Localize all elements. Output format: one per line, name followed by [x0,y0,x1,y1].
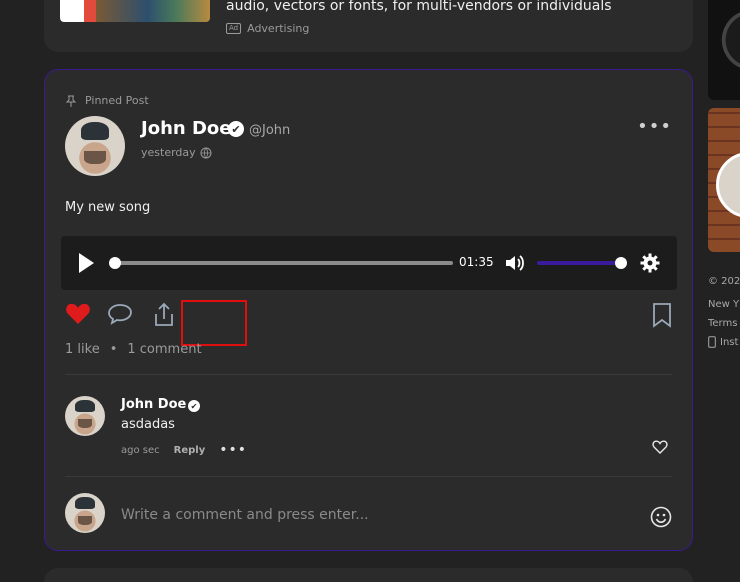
sidebar-copyright: © 202 [708,276,740,287]
play-icon[interactable] [79,253,94,273]
sidebar-location[interactable]: New Y [708,299,739,310]
sidebar-profile-image[interactable] [708,108,740,252]
divider [65,476,672,477]
ad-label: Ad Advertising [226,22,309,35]
ad-label-text: Advertising [247,22,310,35]
comment-like-heart-icon[interactable] [652,440,668,454]
volume-icon[interactable] [504,253,526,273]
ad-thumbnail[interactable] [60,0,210,22]
sidebar-terms-link[interactable]: Terms [708,318,737,329]
post-time-text[interactable]: yesterday [141,146,196,159]
likes-count[interactable]: 1 like [65,342,100,357]
composer-avatar [65,493,105,533]
pin-icon [65,95,77,107]
volume-slider[interactable] [537,257,627,269]
phone-icon [708,336,716,348]
globe-icon [200,147,212,158]
sidebar-install-link[interactable]: Inst [708,336,738,348]
divider [65,374,672,375]
progress-slider[interactable] [109,257,453,269]
current-time: 01:35 [459,255,494,269]
comment-author-name[interactable]: John Doe [121,397,186,412]
reply-button[interactable]: Reply [174,445,206,456]
next-post-card [44,568,693,582]
install-label: Inst [720,336,739,348]
post-stats: 1 like • 1 comment [65,342,202,357]
volume-handle[interactable] [615,257,627,269]
comment-options-button[interactable]: ••• [219,442,247,458]
comment-input[interactable] [121,507,641,523]
author-handle[interactable]: @John [249,123,290,138]
ad-badge-icon: Ad [226,23,242,34]
share-icon[interactable] [153,302,175,328]
post-card: Pinned Post John Doe ✔ @John yesterday •… [44,69,693,551]
emoji-icon[interactable] [650,506,672,528]
verified-icon: ✔ [228,121,244,137]
pinned-label: Pinned Post [85,94,149,107]
sidebar-image[interactable] [708,0,740,100]
post-text: My new song [65,200,151,215]
audio-player: 01:35 [61,236,677,290]
ad-description: audio, vectors or fonts, for multi-vendo… [226,0,612,14]
author-name[interactable]: John Doe [141,118,231,139]
verified-icon: ✔ [188,400,200,412]
gear-icon[interactable] [640,253,660,273]
comments-count[interactable]: 1 comment [127,342,201,357]
pinned-indicator: Pinned Post [65,94,149,107]
comment-icon[interactable] [107,302,133,326]
comment-time: ago sec [121,444,160,456]
post-time: yesterday [141,146,212,159]
comment-text: asdadas [121,417,175,432]
progress-handle[interactable] [109,257,121,269]
post-options-button[interactable]: ••• [637,116,672,137]
heart-icon[interactable] [65,302,91,326]
ad-card: audio, vectors or fonts, for multi-vendo… [44,0,693,52]
highlight-box [181,300,247,346]
bookmark-icon[interactable] [652,302,672,328]
author-avatar[interactable] [65,116,125,176]
stats-separator: • [109,342,118,357]
comment-meta: ago sec Reply ••• [121,442,247,458]
comment-avatar[interactable] [65,396,105,436]
